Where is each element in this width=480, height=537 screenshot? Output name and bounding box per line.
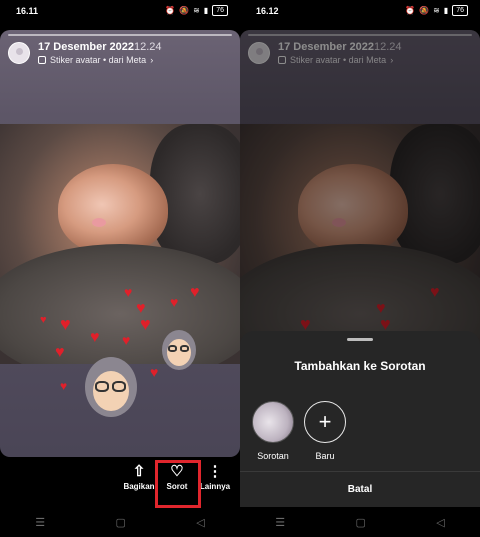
- story-date: 17 Desember 2022: [38, 41, 135, 53]
- home-icon[interactable]: ▢: [355, 516, 365, 529]
- memoji-glasses: [168, 345, 177, 352]
- heart-icon: ♥: [170, 294, 179, 310]
- heart-icon: ♥: [150, 364, 159, 380]
- heart-icon: ♥: [60, 314, 71, 334]
- heart-icon: ♥: [40, 314, 47, 326]
- highlight-item-existing[interactable]: Sorotan: [252, 401, 294, 461]
- new-highlight-button[interactable]: + Baru: [304, 401, 346, 461]
- heart-icon: ♥: [55, 344, 65, 361]
- plus-icon: +: [304, 401, 346, 443]
- heart-icon: ♥: [124, 284, 133, 300]
- story-time: 12.24: [134, 41, 162, 53]
- share-label: Bagikan: [123, 482, 155, 491]
- battery-icon: 76: [212, 5, 228, 16]
- memoji-glasses: [112, 381, 126, 392]
- memoji-glasses: [180, 345, 189, 352]
- sheet-title: Tambahkan ke Sorotan: [294, 359, 426, 373]
- system-nav-bar: ☰ ▢ ◁: [0, 507, 240, 537]
- story-card[interactable]: 17 Desember 2022 12.24 Stiker avatar • d…: [0, 30, 240, 457]
- home-icon[interactable]: ▢: [115, 516, 125, 529]
- sheet-drag-handle[interactable]: [347, 338, 373, 341]
- more-label: Lainnya: [199, 482, 231, 491]
- battery-icon: 76: [452, 5, 468, 16]
- wifi-icon: ≋: [193, 6, 200, 15]
- status-bar: 16.11 ⏰ 🔕 ≋ ▮ 76: [0, 0, 240, 22]
- add-to-highlight-sheet: Tambahkan ke Sorotan Sorotan + Baru Bata…: [240, 331, 480, 507]
- status-time: 16.12: [256, 6, 279, 16]
- more-vertical-icon: ⋮: [207, 463, 223, 480]
- system-nav-bar: ☰ ▢ ◁: [240, 507, 480, 537]
- heart-icon: ♥: [90, 329, 100, 346]
- memoji-face: [167, 339, 191, 366]
- status-time: 16.11: [16, 6, 39, 16]
- mute-icon: 🔕: [419, 6, 430, 15]
- chevron-right-icon: ›: [150, 55, 154, 65]
- status-icons: ⏰ 🔕 ≋ ▮ 76: [165, 5, 228, 16]
- highlight-cover-thumbnail: [252, 401, 294, 443]
- cancel-button[interactable]: Batal: [240, 484, 480, 495]
- heart-icon: ♥: [140, 314, 151, 334]
- new-highlight-label: Baru: [315, 451, 335, 461]
- memoji-small: [162, 330, 196, 370]
- menu-icon[interactable]: ☰: [35, 516, 45, 529]
- more-button[interactable]: ⋮ Lainnya: [198, 462, 232, 491]
- share-icon: ⇧: [132, 463, 146, 480]
- back-icon[interactable]: ◁: [436, 516, 444, 529]
- story-view-panel: 16.11 ⏰ 🔕 ≋ ▮ 76 17 Desember 2022 12.24 …: [0, 0, 240, 537]
- story-subtitle-row[interactable]: Stiker avatar • dari Meta ›: [38, 55, 153, 65]
- menu-icon[interactable]: ☰: [275, 516, 285, 529]
- status-icons: ⏰ 🔕 ≋ ▮ 76: [405, 5, 468, 16]
- memoji-glasses: [95, 381, 109, 392]
- avatar-sticker[interactable]: ♥ ♥ ♥ ♥ ♥ ♥ ♥ ♥ ♥ ♥ ♥ ♥ ♥: [40, 285, 220, 435]
- highlight-item-label: Sorotan: [257, 451, 289, 461]
- signal-icon: ▮: [443, 6, 449, 15]
- wifi-icon: ≋: [433, 6, 440, 15]
- sticker-icon: [38, 56, 46, 64]
- signal-icon: ▮: [203, 6, 209, 15]
- highlight-annotation-box: [155, 460, 201, 508]
- heart-icon: ♥: [60, 379, 68, 393]
- avatar[interactable]: [8, 42, 30, 64]
- story-progress-bar: [8, 34, 232, 36]
- share-button[interactable]: ⇧ Bagikan: [122, 462, 156, 491]
- add-to-highlight-panel: 16.12 ⏰ 🔕 ≋ ▮ 76 17 Desember 2022 12.24 …: [240, 0, 480, 537]
- alarm-icon: ⏰: [165, 6, 176, 15]
- heart-icon: ♥: [190, 284, 200, 301]
- divider: [240, 471, 480, 472]
- mute-icon: 🔕: [179, 6, 190, 15]
- status-bar: 16.12 ⏰ 🔕 ≋ ▮ 76: [240, 0, 480, 22]
- memoji-large: [85, 357, 137, 417]
- photo-kitten-nose: [92, 218, 106, 227]
- alarm-icon: ⏰: [405, 6, 416, 15]
- heart-icon: ♥: [122, 332, 131, 348]
- back-icon[interactable]: ◁: [196, 516, 204, 529]
- photo-kitten: [58, 164, 168, 254]
- story-actions: ⇧ Bagikan ♡ Sorot ⋮ Lainnya: [0, 458, 240, 510]
- story-subtitle: Stiker avatar • dari Meta: [50, 55, 147, 65]
